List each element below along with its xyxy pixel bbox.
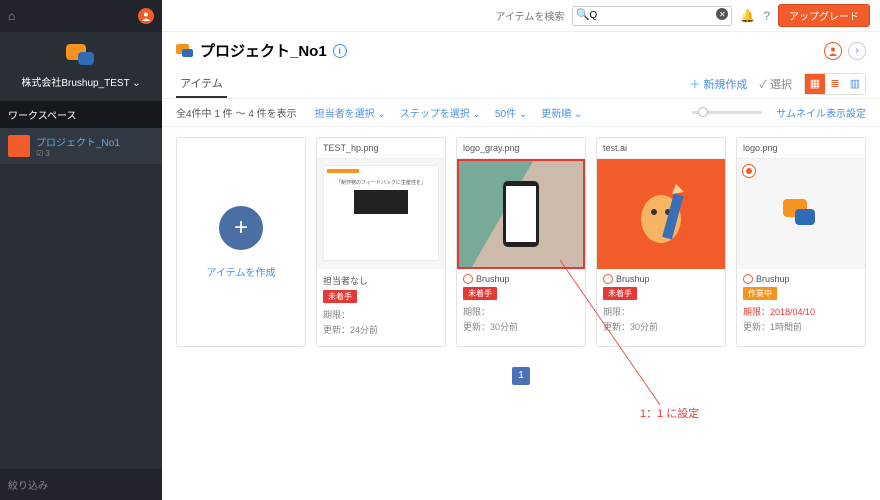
sidebar-project-item[interactable]: プロジェクト_No1 ☑ 3 xyxy=(0,128,162,164)
item-title: test.ai xyxy=(597,138,725,159)
filter-row: 全4件中 1 件 〜 4 件を表示 担当者を選択 ⌄ ステップを選択 ⌄ 50件… xyxy=(162,99,880,127)
sidebar-topbar: ⌂ xyxy=(0,0,162,32)
project-count: ☑ 3 xyxy=(36,149,120,158)
plus-icon: + xyxy=(219,206,263,250)
item-title: logo_gray.png xyxy=(457,138,585,159)
assignee-name: Brushup xyxy=(756,274,790,284)
view-grid-icon[interactable]: ▦ xyxy=(805,74,825,94)
annotation-line xyxy=(560,260,670,410)
search-icon: 🔍 xyxy=(576,8,590,21)
assignee-name: Brushup xyxy=(476,274,510,284)
item-card[interactable]: TEST_hp.png「制作物のフィードバックに生産性を」担当者なし未着手期限：… xyxy=(316,137,446,347)
pager: 1 xyxy=(162,357,880,393)
select-action[interactable]: ✓ 選択 xyxy=(759,76,792,92)
view-calendar-icon[interactable]: ▥ xyxy=(845,74,865,94)
view-list-icon[interactable]: ≣ xyxy=(825,74,845,94)
status-badge: 未着手 xyxy=(323,290,357,303)
status-badge: 作業中 xyxy=(743,287,777,300)
item-thumbnail[interactable] xyxy=(737,159,865,269)
info-icon[interactable]: i xyxy=(333,44,347,58)
item-thumbnail[interactable]: 「制作物のフィードバックに生産性を」 xyxy=(317,159,445,269)
filter-per-page[interactable]: 50件 ⌄ xyxy=(495,105,527,120)
assignee-avatar-icon xyxy=(743,274,753,284)
item-title: TEST_hp.png xyxy=(317,138,445,159)
org-name: 株式会社Brushup_TEST ⌄ xyxy=(0,74,162,89)
project-header: プロジェクト_No1 i › xyxy=(162,32,880,69)
updated: 更新：1時間前 xyxy=(743,320,859,333)
project-title: プロジェクト_No1 xyxy=(200,40,327,61)
item-thumbnail[interactable] xyxy=(597,159,725,269)
item-meta: 担当者なし未着手期限： 更新：24分前 xyxy=(317,269,445,341)
filter-sort[interactable]: 更新順 ⌄ xyxy=(541,105,582,120)
help-icon[interactable]: ? xyxy=(763,9,770,23)
next-icon[interactable]: › xyxy=(848,42,866,60)
updated: 更新：24分前 xyxy=(323,323,439,336)
filter-assignee[interactable]: 担当者を選択 ⌄ xyxy=(315,105,386,120)
project-label: プロジェクト_No1 xyxy=(36,134,120,149)
filter-step[interactable]: ステップを選択 ⌄ xyxy=(400,105,481,120)
new-item-label: アイテムを作成 xyxy=(207,264,276,279)
new-item-action[interactable]: ＋ 新規作成 xyxy=(689,76,747,92)
deadline: 期限： xyxy=(323,308,439,321)
item-thumbnail[interactable] xyxy=(457,159,585,269)
assignee-name: 担当者なし xyxy=(323,274,368,287)
search-input[interactable] xyxy=(572,6,732,26)
topbar: アイテムを検索 🔍 ✕ 🔔 ? アップグレード xyxy=(162,0,880,32)
bell-icon[interactable]: 🔔 xyxy=(740,9,755,23)
item-meta: Brushup 作業中期限：2018/04/10 更新：1時間前 xyxy=(737,269,865,338)
main: アイテムを検索 🔍 ✕ 🔔 ? アップグレード プロジェクト_No1 i › ア… xyxy=(162,0,880,500)
new-item-card[interactable]: + アイテムを作成 xyxy=(176,137,306,347)
assignee-avatar-icon xyxy=(463,274,473,284)
filter-button[interactable]: 絞り込み xyxy=(0,469,162,500)
workspace-header: ワークスペース xyxy=(0,101,162,128)
item-card[interactable]: logo.png Brushup 作業中期限：2018/04/10 更新：1時間前 xyxy=(736,137,866,347)
status-badge: 未着手 xyxy=(463,287,497,300)
tab-items[interactable]: アイテム xyxy=(176,69,227,98)
thumb-setting-link[interactable]: サムネイル表示設定 xyxy=(776,105,866,120)
home-icon[interactable]: ⌂ xyxy=(8,9,15,23)
view-switch: ▦ ≣ ▥ xyxy=(804,73,866,95)
user-avatar[interactable] xyxy=(138,8,154,24)
thumb-size-slider[interactable] xyxy=(692,111,762,114)
upgrade-button[interactable]: アップグレード xyxy=(778,4,870,27)
result-count: 全4件中 1 件 〜 4 件を表示 xyxy=(176,105,297,120)
item-title: logo.png xyxy=(737,138,865,159)
pin-icon xyxy=(742,164,756,178)
page-1[interactable]: 1 xyxy=(512,367,530,385)
project-icon xyxy=(176,44,194,58)
org-logo-icon xyxy=(66,44,96,68)
item-grid: + アイテムを作成 TEST_hp.png「制作物のフィードバックに生産性を」担… xyxy=(162,127,880,357)
project-thumb-icon xyxy=(8,135,30,157)
deadline: 期限：2018/04/10 xyxy=(743,305,859,318)
search-label: アイテムを検索 xyxy=(495,8,564,23)
org-block[interactable]: 株式会社Brushup_TEST ⌄ xyxy=(0,32,162,101)
sidebar: ⌂ 株式会社Brushup_TEST ⌄ ワークスペース プロジェクト_No1 … xyxy=(0,0,162,500)
header-user-icon[interactable] xyxy=(824,42,842,60)
tab-row: アイテム ＋ 新規作成 ✓ 選択 ▦ ≣ ▥ xyxy=(162,69,880,99)
